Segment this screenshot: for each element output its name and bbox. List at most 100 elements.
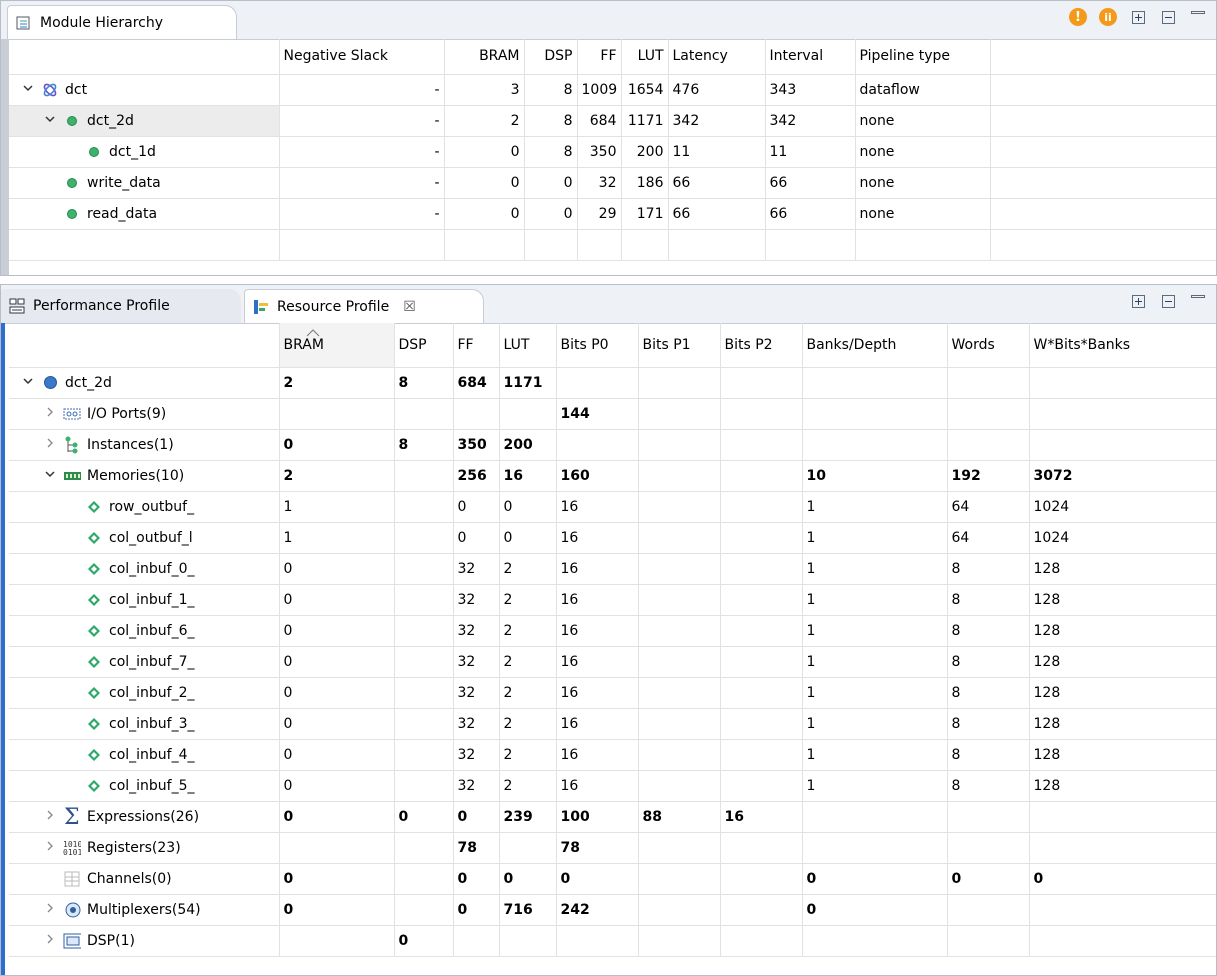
info-icon[interactable]: ii [1098, 7, 1118, 27]
column-header[interactable]: W*Bits*Banks [1029, 323, 1216, 368]
resource-name-cell[interactable]: Multiplexers(54) [9, 894, 280, 926]
resource-row[interactable]: Channels(0) 0 0 0 0 0 0 0 [9, 863, 1216, 895]
module-name-cell[interactable]: write_data [9, 167, 280, 199]
resource-row[interactable]: dct_2d 2 8 684 1171 [9, 367, 1216, 399]
resource-row[interactable]: col_outbuf_l 1 0 0 16 1 64 1024 [9, 522, 1216, 554]
resource-name: col_inbuf_6_ [109, 622, 195, 639]
chevron-down-icon[interactable] [21, 82, 35, 97]
resource-name-cell[interactable]: col_inbuf_5_ [9, 770, 280, 802]
resource-cell: 8 [394, 429, 454, 461]
resource-name-cell[interactable]: Channels(0) [9, 863, 280, 895]
collapse-all-icon[interactable] [1158, 7, 1178, 27]
chevron-right-icon[interactable] [43, 902, 57, 917]
resource-name-cell[interactable]: col_inbuf_2_ [9, 677, 280, 709]
warning-icon[interactable]: ! [1068, 7, 1088, 27]
collapse-all-icon[interactable] [1158, 291, 1178, 311]
resource-name-cell[interactable]: Memories(10) [9, 460, 280, 492]
column-header[interactable]: Negative Slack [279, 39, 445, 75]
resource-cell [720, 832, 803, 864]
column-header[interactable]: Banks/Depth [802, 323, 948, 368]
column-header[interactable]: Latency [668, 39, 766, 75]
resource-row[interactable]: 1010 0101 Registers(23) 78 78 [9, 832, 1216, 864]
expand-all-icon[interactable] [1128, 291, 1148, 311]
column-header[interactable]: DSP [524, 39, 578, 75]
chevron-right-icon[interactable] [43, 406, 57, 421]
resource-name-cell[interactable]: 1010 0101 Registers(23) [9, 832, 280, 864]
resource-name-cell[interactable]: col_inbuf_1_ [9, 584, 280, 616]
tab-performance-profile[interactable]: Performance Profile [1, 289, 241, 323]
module-name-cell[interactable]: dct_2d [9, 105, 280, 137]
resource-row[interactable]: col_inbuf_5_ 0 32 2 16 1 8 128 [9, 770, 1216, 802]
resource-name-cell[interactable]: Σ Expressions(26) [9, 801, 280, 833]
resource-name-cell[interactable]: DSP(1) [9, 925, 280, 957]
expand-all-icon[interactable] [1128, 7, 1148, 27]
minimize-icon[interactable] [1188, 7, 1208, 27]
chevron-down-icon[interactable] [21, 375, 35, 390]
chevron-right-icon[interactable] [43, 840, 57, 855]
resource-row[interactable]: Memories(10) 2 256 16 160 10 192 3072 [9, 460, 1216, 492]
module-row[interactable]: read_data -0 0 29 171 66 66 none [9, 198, 1216, 230]
sigma-icon: Σ [63, 807, 81, 827]
resource-row[interactable]: col_inbuf_0_ 0 32 2 16 1 8 128 [9, 553, 1216, 585]
resource-row[interactable]: col_inbuf_6_ 0 32 2 16 1 8 128 [9, 615, 1216, 647]
chevron-right-icon[interactable] [43, 933, 57, 948]
close-tab-icon[interactable]: ☒ [403, 299, 416, 315]
resource-row[interactable]: col_inbuf_2_ 0 32 2 16 1 8 128 [9, 677, 1216, 709]
chevron-right-icon[interactable] [43, 809, 57, 824]
resource-name-cell[interactable]: col_outbuf_l [9, 522, 280, 554]
resource-name-cell[interactable]: col_inbuf_3_ [9, 708, 280, 740]
module-row[interactable]: dct -3 8 1009 1654 476 343 dataflow [9, 74, 1216, 106]
column-header[interactable]: Pipeline type [855, 39, 991, 75]
resource-name-cell[interactable]: Instances(1) [9, 429, 280, 461]
resource-row[interactable]: Multiplexers(54) 0 0 716 242 0 [9, 894, 1216, 926]
resource-row[interactable]: Instances(1) 0 8 350 200 [9, 429, 1216, 461]
resource-name-cell[interactable]: dct_2d [9, 367, 280, 399]
resource-row[interactable]: Σ Expressions(26) 0 0 0 239 100 88 16 [9, 801, 1216, 833]
column-header[interactable]: Interval [765, 39, 856, 75]
column-header[interactable]: LUT [621, 39, 669, 75]
column-header[interactable]: FF [453, 323, 500, 368]
performance-profile-icon [9, 298, 25, 314]
column-header[interactable]: Bits P2 [720, 323, 803, 368]
resource-cell: 1 [802, 739, 948, 771]
resource-cell: 128 [1029, 615, 1216, 647]
module-name-cell[interactable]: dct_1d [9, 136, 280, 168]
module-row[interactable]: write_data -0 0 32 186 66 66 none [9, 167, 1216, 199]
resource-row[interactable]: DSP(1) 0 [9, 925, 1216, 957]
resource-name-cell[interactable]: col_inbuf_4_ [9, 739, 280, 771]
column-header[interactable] [9, 323, 280, 368]
cell-filler [990, 198, 1216, 230]
column-header[interactable]: Words [947, 323, 1030, 368]
resource-name-cell[interactable]: row_outbuf_ [9, 491, 280, 523]
column-header[interactable]: LUT [499, 323, 557, 368]
resource-name-cell[interactable]: col_inbuf_7_ [9, 646, 280, 678]
tab-module-hierarchy[interactable]: Module Hierarchy [7, 5, 237, 39]
resource-row[interactable]: row_outbuf_ 1 0 0 16 1 64 1024 [9, 491, 1216, 523]
resource-cell: 8 [947, 739, 1030, 771]
resource-row[interactable]: col_inbuf_3_ 0 32 2 16 1 8 128 [9, 708, 1216, 740]
module-name-cell[interactable]: read_data [9, 198, 280, 230]
column-header[interactable]: Bits P1 [638, 323, 721, 368]
chevron-right-icon[interactable] [43, 437, 57, 452]
module-row[interactable]: dct_2d -2 8 684 1171 342 342 none [9, 105, 1216, 137]
resource-name-cell[interactable]: I/O Ports(9) [9, 398, 280, 430]
resource-name-cell[interactable]: col_inbuf_6_ [9, 615, 280, 647]
module-row[interactable]: dct_1d -0 8 350 200 11 11 none [9, 136, 1216, 168]
column-header[interactable]: Bits P0 [556, 323, 639, 368]
minimize-icon[interactable] [1188, 291, 1208, 311]
column-header[interactable]: DSP [394, 323, 454, 368]
column-header[interactable]: BRAM [444, 39, 525, 75]
column-header[interactable]: BRAM [279, 323, 395, 368]
resource-row[interactable]: col_inbuf_4_ 0 32 2 16 1 8 128 [9, 739, 1216, 771]
resource-row[interactable]: col_inbuf_1_ 0 32 2 16 1 8 128 [9, 584, 1216, 616]
chevron-down-icon[interactable] [43, 468, 57, 483]
chevron-down-icon[interactable] [43, 113, 57, 128]
resource-name-cell[interactable]: col_inbuf_0_ [9, 553, 280, 585]
column-header[interactable]: FF [577, 39, 622, 75]
module-name-cell[interactable]: dct [9, 74, 280, 106]
resource-row[interactable]: I/O Ports(9) 144 [9, 398, 1216, 430]
tab-resource-profile[interactable]: Resource Profile ☒ [244, 289, 484, 323]
resource-row[interactable]: col_inbuf_7_ 0 32 2 16 1 8 128 [9, 646, 1216, 678]
column-header[interactable] [9, 39, 280, 75]
resource-profile-table-wrap: BRAM DSP FF LUT Bits P0 Bits P1 Bits P2 Banks/D… [9, 323, 1216, 975]
